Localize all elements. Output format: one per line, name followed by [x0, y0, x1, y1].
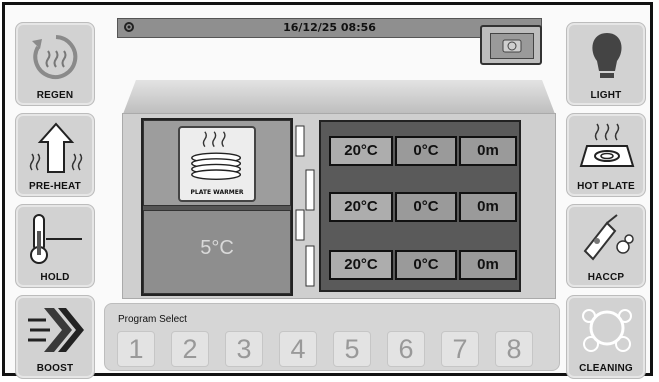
preheat-arrow-icon	[29, 122, 83, 173]
haccp-label: HACCP	[587, 272, 625, 283]
thermometer-icon	[30, 214, 82, 264]
program-button-2[interactable]: 2	[171, 331, 209, 367]
program-button-1[interactable]: 1	[117, 331, 155, 367]
shelf-row[interactable]: 20°C 0°C 0m	[329, 250, 519, 280]
program-button-3[interactable]: 3	[225, 331, 263, 367]
preheat-label: PRE-HEAT	[29, 181, 81, 192]
plate-warmer-icon	[191, 131, 242, 181]
shelf-set-temp[interactable]: 0°C	[395, 250, 457, 280]
date-time: 16/12/25 08:56	[283, 21, 376, 34]
lower-temperature: 5°C	[200, 237, 234, 259]
door-hinges	[295, 125, 315, 287]
status-bar: 16/12/25 08:56	[117, 18, 542, 38]
boost-chevrons-icon	[28, 308, 84, 352]
camera-icon	[490, 33, 534, 59]
program-button-6[interactable]: 6	[387, 331, 425, 367]
shelf-timer[interactable]: 0m	[459, 192, 517, 222]
regen-label: REGEN	[36, 90, 74, 101]
program-button-5[interactable]: 5	[333, 331, 371, 367]
cabinet-roof	[123, 80, 555, 114]
lightbulb-icon	[592, 33, 622, 78]
shelf-panel: 20°C 0°C 0m 20°C 0°C 0m 20°C 0°C 0m	[319, 120, 521, 292]
haccp-icon	[583, 214, 634, 261]
shelf-set-temp[interactable]: 0°C	[395, 136, 457, 166]
shelf-current-temp: 20°C	[329, 192, 393, 222]
shelf-timer[interactable]: 0m	[459, 250, 517, 280]
program-select-title: Program Select	[118, 314, 187, 325]
preheat-button[interactable]: PRE-HEAT	[15, 113, 95, 197]
shelf-timer[interactable]: 0m	[459, 136, 517, 166]
hot-plate-icon	[579, 123, 635, 167]
camera-button[interactable]	[480, 25, 542, 65]
hot-plate-button[interactable]: HOT PLATE	[566, 113, 646, 197]
shelf-set-temp[interactable]: 0°C	[395, 192, 457, 222]
plate-warmer-button[interactable]: PLATE WARMER	[178, 126, 256, 202]
shelf-row[interactable]: 20°C 0°C 0m	[329, 192, 519, 222]
hot-plate-label: HOT PLATE	[577, 181, 635, 192]
light-button[interactable]: LIGHT	[566, 22, 646, 106]
shelf-row[interactable]: 20°C 0°C 0m	[329, 136, 519, 166]
regen-button[interactable]: REGEN	[15, 22, 95, 106]
boost-button[interactable]: BOOST	[15, 295, 95, 379]
plate-warmer-label: PLATE WARMER	[190, 189, 244, 196]
program-button-4[interactable]: 4	[279, 331, 317, 367]
boost-label: BOOST	[36, 363, 74, 374]
program-button-7[interactable]: 7	[441, 331, 479, 367]
regen-icon	[32, 35, 78, 79]
program-select-panel: Program Select 1 2 3 4 5 6 7 8	[104, 303, 560, 371]
program-button-8[interactable]: 8	[495, 331, 533, 367]
cleaning-label: CLEANING	[579, 363, 633, 374]
light-label: LIGHT	[590, 90, 622, 101]
lower-compartment[interactable]: 5°C	[143, 210, 291, 294]
cleaning-button[interactable]: CLEANING	[566, 295, 646, 379]
cleaning-bubbles-icon	[582, 309, 632, 352]
hold-label: HOLD	[40, 272, 70, 283]
haccp-button[interactable]: HACCP	[566, 204, 646, 288]
hold-button[interactable]: HOLD	[15, 204, 95, 288]
shelf-current-temp: 20°C	[329, 250, 393, 280]
shelf-current-temp: 20°C	[329, 136, 393, 166]
